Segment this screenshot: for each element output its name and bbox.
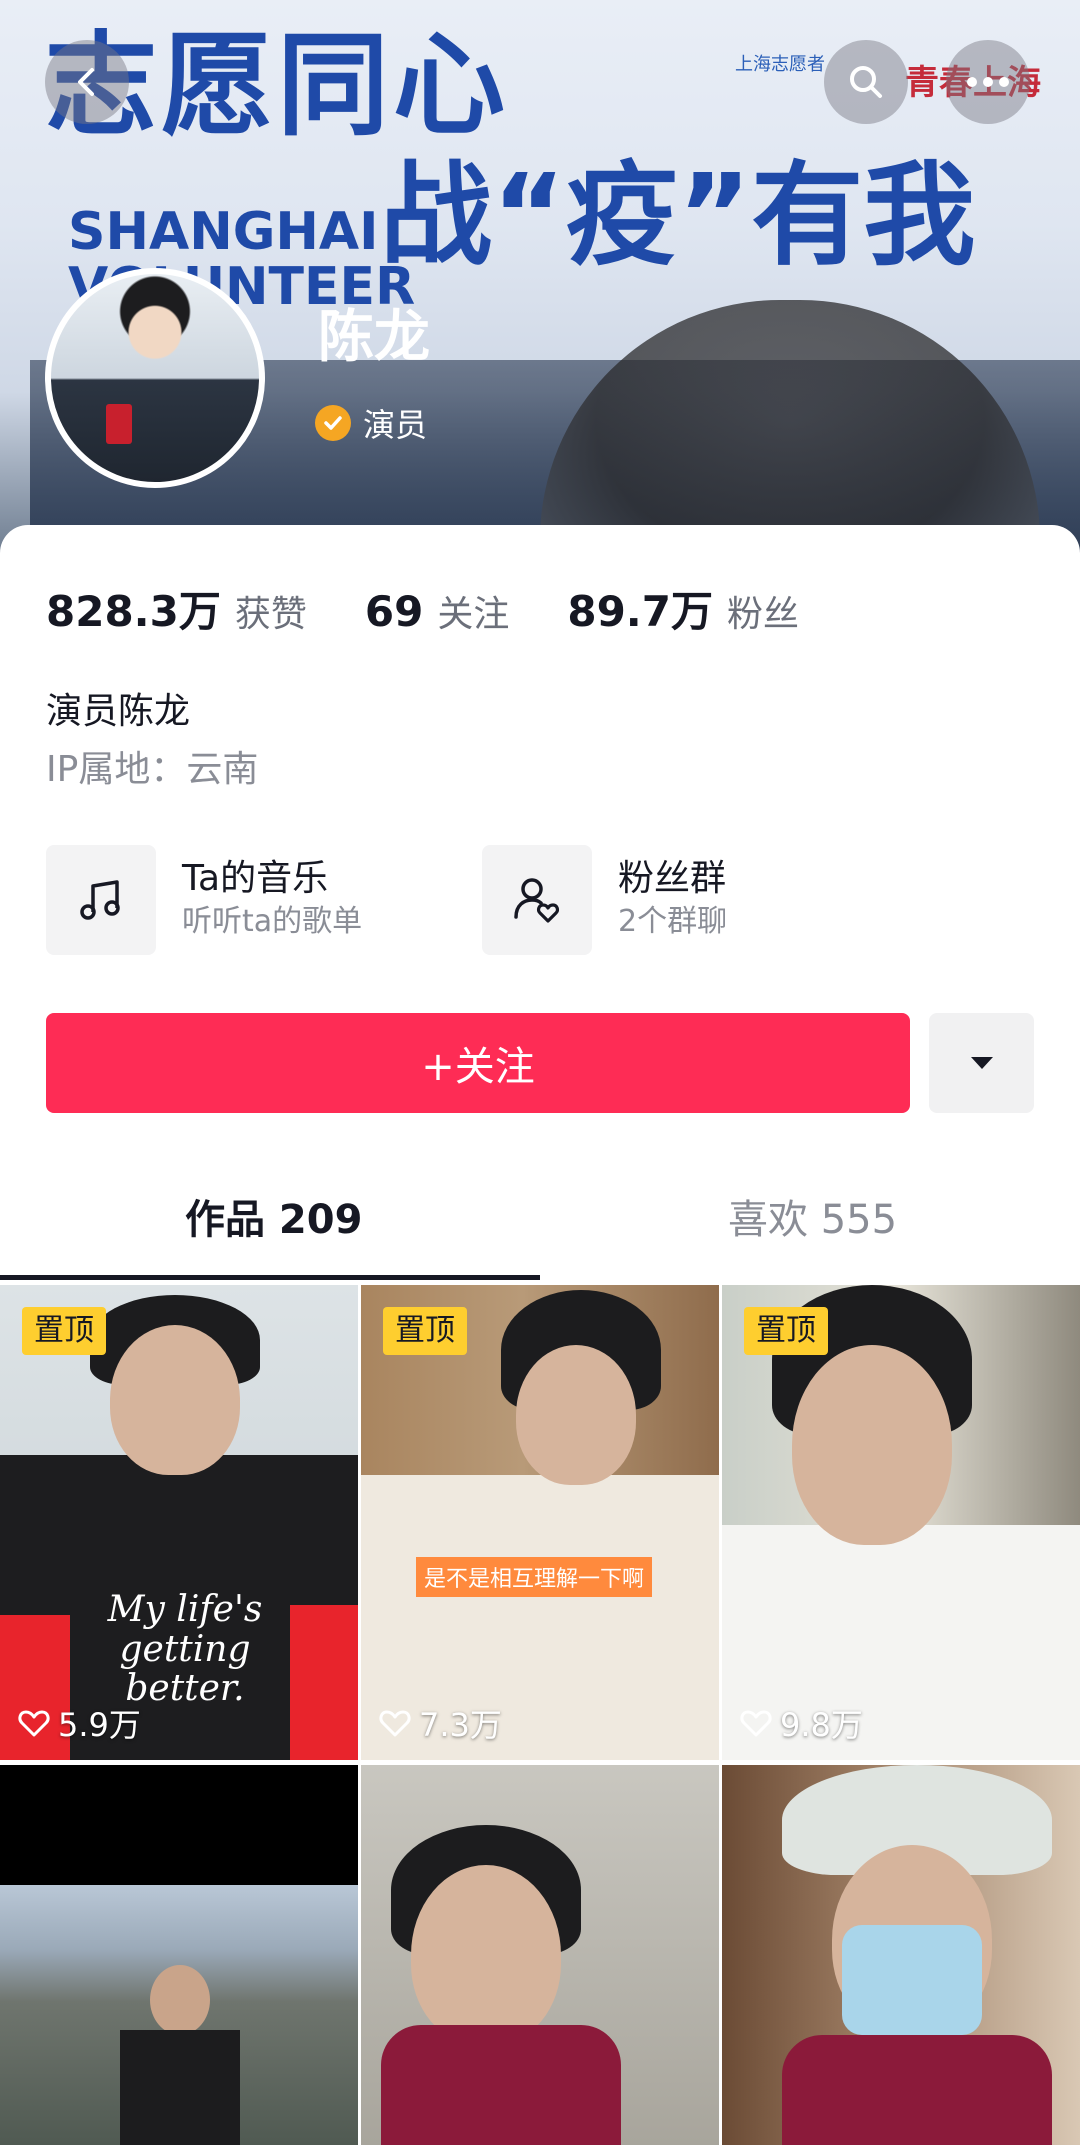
video-person-face bbox=[516, 1345, 636, 1485]
back-button[interactable] bbox=[45, 40, 129, 124]
stat-number: 89.7万 bbox=[567, 587, 713, 636]
ellipsis-icon bbox=[967, 77, 1009, 87]
video-item[interactable] bbox=[361, 1765, 719, 2145]
fan-group-title: 粉丝群 bbox=[618, 858, 727, 900]
tab-indicator bbox=[0, 1275, 540, 1280]
cover-photo-person bbox=[540, 300, 1040, 560]
ip-location: IP属地：云南 bbox=[46, 749, 259, 790]
search-icon bbox=[850, 66, 882, 98]
tab-works[interactable]: 作品 209 bbox=[185, 1200, 362, 1240]
video-likes-count: 5.9万 bbox=[58, 1706, 141, 1744]
music-entry[interactable]: Ta的音乐 听听ta的歌单 bbox=[46, 845, 362, 955]
video-likes: 5.9万 bbox=[18, 1700, 141, 1746]
stat-likes: 828.3万 获赞 bbox=[46, 578, 307, 639]
fan-group-subtitle: 2个群聊 bbox=[618, 903, 728, 939]
pinned-badge: 置顶 bbox=[383, 1307, 467, 1355]
profile-bio: 演员陈龙 bbox=[46, 691, 191, 732]
stat-label: 粉丝 bbox=[726, 594, 799, 635]
video-red-object bbox=[290, 1605, 358, 1760]
fan-group-icon bbox=[482, 845, 592, 955]
video-item[interactable]: 置顶 9.8万 bbox=[722, 1285, 1080, 1760]
avatar[interactable] bbox=[45, 268, 265, 488]
pinned-badge: 置顶 bbox=[22, 1307, 106, 1355]
triangle-down-icon bbox=[970, 1057, 993, 1069]
video-scarf bbox=[381, 2025, 621, 2145]
stat-following[interactable]: 69 关注 bbox=[365, 585, 509, 637]
video-item[interactable] bbox=[722, 1765, 1080, 2145]
stat-label: 关注 bbox=[437, 594, 510, 635]
video-face-mask bbox=[842, 1925, 982, 2035]
video-item[interactable] bbox=[0, 1765, 358, 2145]
stat-number: 828.3万 bbox=[46, 587, 221, 636]
video-person-face bbox=[792, 1345, 952, 1545]
video-person-face bbox=[110, 1325, 240, 1475]
video-item[interactable]: My life's getting better. 置顶 5.9万 bbox=[0, 1285, 358, 1760]
stat-label: 获赞 bbox=[234, 594, 307, 635]
music-subtitle: 听听ta的歌单 bbox=[182, 903, 363, 939]
verified-check-icon bbox=[315, 405, 351, 441]
video-scarf bbox=[782, 2035, 1052, 2145]
video-item[interactable]: 是不是相互理解一下啊 置顶 7.3万 bbox=[361, 1285, 719, 1760]
video-likes-count: 9.8万 bbox=[780, 1706, 863, 1744]
stat-number: 69 bbox=[364, 587, 424, 636]
video-shirt-text: My life's getting better. bbox=[107, 1589, 263, 1710]
video-likes-count: 7.3万 bbox=[419, 1706, 502, 1744]
verified-label: 演员 bbox=[363, 406, 428, 444]
video-likes: 7.3万 bbox=[379, 1700, 502, 1746]
video-person-face bbox=[150, 1965, 210, 2035]
profile-stats: 828.3万 获赞 69 关注 89.7万 粉丝 bbox=[46, 578, 857, 639]
chevron-left-icon bbox=[78, 68, 94, 96]
volunteer-logo-text: 上海志愿者 bbox=[735, 54, 825, 75]
tab-likes[interactable]: 喜欢 555 bbox=[728, 1200, 897, 1240]
more-options-button[interactable] bbox=[946, 40, 1030, 124]
search-button[interactable] bbox=[824, 40, 908, 124]
banner-subtitle: 战“疫”有我 bbox=[380, 151, 976, 281]
verified-badge-row: 演员 bbox=[315, 400, 427, 446]
music-title: Ta的音乐 bbox=[182, 858, 329, 900]
video-likes: 9.8万 bbox=[740, 1700, 863, 1746]
profile-name: 陈龙 bbox=[318, 305, 430, 370]
heart-icon bbox=[740, 1710, 772, 1737]
video-shirt bbox=[120, 2030, 240, 2145]
video-person-face bbox=[411, 1865, 561, 2045]
heart-icon bbox=[379, 1710, 411, 1737]
avatar-cup bbox=[106, 404, 132, 444]
stat-followers[interactable]: 89.7万 粉丝 bbox=[567, 578, 799, 639]
follow-button[interactable]: +关注 bbox=[46, 1013, 910, 1113]
heart-icon bbox=[18, 1710, 50, 1737]
video-caption: 是不是相互理解一下啊 bbox=[416, 1557, 653, 1597]
music-note-icon bbox=[46, 845, 156, 955]
fan-group-entry[interactable]: 粉丝群 2个群聊 bbox=[482, 845, 727, 955]
pinned-badge: 置顶 bbox=[744, 1307, 828, 1355]
expand-button[interactable] bbox=[929, 1013, 1034, 1113]
